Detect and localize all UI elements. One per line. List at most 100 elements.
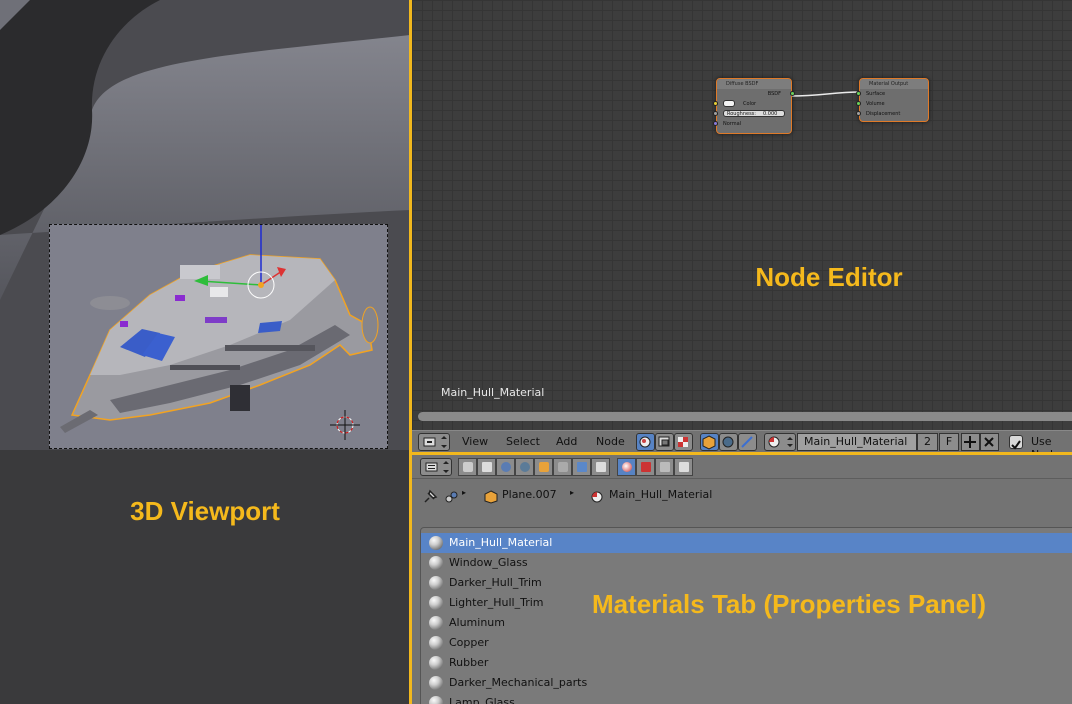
surface-input-socket[interactable] [856,91,861,96]
normal-input-socket[interactable] [713,121,718,126]
node-link-layer [790,91,862,97]
checkmark-icon [1011,440,1021,450]
linestyle-shader-button[interactable] [738,433,757,451]
particles-icon [660,462,670,472]
scene-breadcrumb-icon[interactable] [444,490,458,504]
material-ball-icon [429,596,443,610]
spaceship-model[interactable] [50,225,388,449]
node-link [790,91,862,97]
material-slot-name: Darker_Mechanical_parts [449,676,588,689]
material-ball-icon [429,676,443,690]
properties-context-tabs [412,455,1072,479]
fake-user-button[interactable]: F [939,433,959,451]
breadcrumb-material[interactable]: Main_Hull_Material [609,488,712,501]
properties-panel: ▸ Plane.007 ▸ Main_Hull_Material Main_Hu… [412,455,1072,704]
material-name-field[interactable]: Main_Hull_Material [797,433,917,451]
surface-label: Surface [866,91,886,97]
viewport-annotation: 3D Viewport [130,496,280,526]
volume-input-socket[interactable] [856,101,861,106]
color-swatch[interactable] [723,100,735,107]
displacement-label: Displacement [866,111,901,117]
node-editor[interactable]: Diffuse BSDF BSDF Color Roughness: 0.000… [412,0,1072,430]
normal-row: Normal [713,119,791,129]
displacement-input-socket[interactable] [856,111,861,116]
menu-select[interactable]: Select [506,435,540,448]
tab-physics[interactable] [674,458,693,476]
new-material-button[interactable] [961,433,980,451]
material-slot-name: Copper [449,636,489,649]
tab-render-layers[interactable] [477,458,496,476]
list-item[interactable]: Window_Glass [421,553,1072,573]
texture-nodes-button[interactable] [674,433,693,451]
list-item[interactable]: Copper [421,633,1072,653]
material-ball-icon [429,616,443,630]
3d-viewport[interactable]: 3D Viewport [0,0,410,704]
pin-icon[interactable] [422,489,438,505]
blender-window: 3D Viewport Diffuse BSDF BSDF Color Roug… [0,0,1072,704]
color-row: Color [713,99,791,109]
tab-texture[interactable] [636,458,655,476]
tab-particles[interactable] [655,458,674,476]
tab-object[interactable] [534,458,553,476]
tab-material[interactable] [617,458,636,476]
material-output-node[interactable]: Material Output Surface Volume Displacem… [856,78,929,122]
world-shader-button[interactable] [719,433,738,451]
brush-icon [741,436,753,448]
material-slot-name: Window_Glass [449,556,528,569]
tab-constraints[interactable] [553,458,572,476]
shader-sphere-icon [639,436,651,448]
list-item[interactable]: Lamp_Glass [421,693,1072,704]
menu-node[interactable]: Node [596,435,625,448]
texture-checker-icon [678,437,688,447]
material-slot-name: Darker_Hull_Trim [449,576,542,589]
material-slot-name: Main_Hull_Material [449,536,553,549]
shader-nodes-button[interactable] [636,433,655,451]
menu-view[interactable]: View [462,435,488,448]
roughness-label: Roughness: [727,111,756,117]
bsdf-output-socket[interactable] [790,91,795,96]
material-browse-button[interactable] [764,433,796,451]
mesh-icon [596,462,606,472]
node-editor-annotation: Node Editor [755,262,903,292]
close-icon [984,437,994,447]
breadcrumb-object[interactable]: Plane.007 [502,488,557,501]
compositing-nodes-button[interactable] [655,433,674,451]
tab-render[interactable] [458,458,477,476]
color-label: Color [743,101,757,107]
menu-add[interactable]: Add [556,435,577,448]
material-icon [622,462,632,472]
tab-world[interactable] [515,458,534,476]
bsdf-output-label: BSDF [767,91,781,97]
list-item[interactable]: Rubber [421,653,1072,673]
material-breadcrumb-icon [591,491,603,503]
volume-row: Volume [856,99,928,109]
render-region[interactable] [49,224,388,449]
diffuse-output-row: BSDF [717,89,795,99]
breadcrumb-chevron-icon: ▸ [570,488,575,497]
tab-scene[interactable] [496,458,515,476]
world-icon [520,462,530,472]
material-ball-icon [429,556,443,570]
properties-editor-type-button[interactable] [420,458,452,476]
unlink-material-button[interactable] [980,433,999,451]
node-editor-icon [423,436,447,448]
layers-icon [482,462,492,472]
object-icon [539,462,549,472]
object-shader-button[interactable] [700,433,719,451]
roughness-input-socket[interactable] [713,111,718,116]
checker-icon [641,462,651,472]
material-users-count[interactable]: 2 [917,433,938,451]
horizontal-scrollbar[interactable] [418,412,1072,421]
material-ball-icon [429,576,443,590]
list-item[interactable]: Main_Hull_Material [421,533,1072,553]
editor-type-button[interactable] [418,433,450,451]
tab-data[interactable] [591,458,610,476]
list-item[interactable]: Darker_Mechanical_parts [421,673,1072,693]
use-nodes-checkbox[interactable] [1009,435,1023,450]
tab-modifiers[interactable] [572,458,591,476]
node-tree-name: Main_Hull_Material [441,386,545,399]
material-sphere-icon [768,436,793,448]
color-input-socket[interactable] [713,101,718,106]
wrench-icon [577,462,587,472]
diffuse-bsdf-node[interactable]: Diffuse BSDF BSDF Color Roughness: 0.000… [713,78,795,134]
